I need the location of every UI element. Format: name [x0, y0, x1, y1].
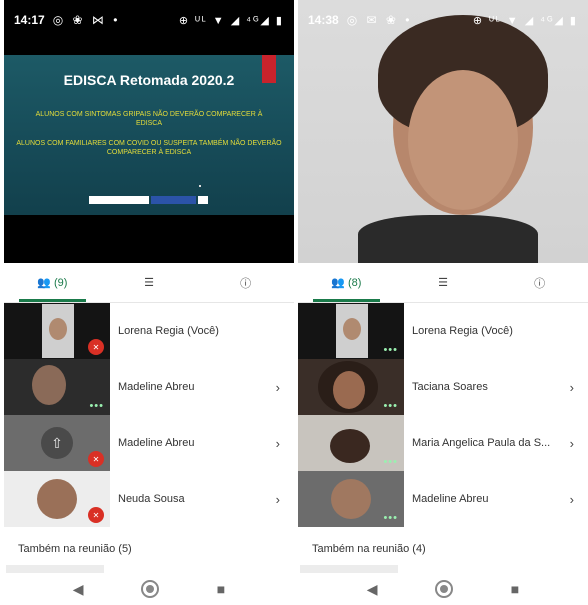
back-icon[interactable]: ◀ — [73, 581, 84, 598]
list-placeholder — [6, 565, 104, 573]
android-nav-bar: ◀ ■ — [298, 573, 588, 605]
participant-row[interactable]: ••• Madeline Abreu › — [298, 471, 588, 527]
status-time: 14:17 — [14, 13, 45, 27]
chevron-right-icon[interactable]: › — [276, 415, 280, 471]
participant-name: Madeline Abreu — [118, 381, 195, 393]
chevron-right-icon[interactable]: › — [570, 359, 574, 415]
participant-row[interactable]: ⇧ ✕ Madeline Abreu › — [4, 415, 294, 471]
participant-thumbnail: ••• — [298, 415, 404, 471]
info-icon: ⓘ — [534, 277, 546, 290]
mic-off-icon: ✕ — [88, 451, 104, 467]
chevron-right-icon[interactable]: › — [276, 471, 280, 527]
list-placeholder — [300, 565, 398, 573]
participant-name: Neuda Sousa — [118, 493, 185, 505]
tab-people[interactable]: 👥 (8) — [298, 263, 395, 302]
info-icon: ⓘ — [240, 277, 252, 290]
status-left-icons: ◎ ❀ ⋈ • — [52, 13, 121, 27]
participant-name: Madeline Abreu — [118, 437, 195, 449]
people-count: (9) — [53, 276, 68, 289]
slide-text-1: ALUNOS COM SINTOMAS GRIPAIS NÃO DEVERÃO … — [35, 111, 263, 127]
more-dots-icon: ••• — [383, 400, 398, 412]
chat-icon: ☰ — [144, 277, 154, 289]
participant-thumbnail: ••• — [298, 359, 404, 415]
participant-thumbnail: ••• — [298, 471, 404, 527]
participant-row[interactable]: ✕ Lorena Regia (Você) — [4, 303, 294, 359]
participant-list: ••• Lorena Regia (Você) ••• Taciana Soar… — [298, 303, 588, 527]
status-time: 14:38 — [308, 13, 339, 27]
participant-thumbnail: ••• — [4, 359, 110, 415]
recent-apps-icon[interactable]: ■ — [217, 581, 225, 597]
status-bar: 14:38 ◎ ✉ ❀ • ⊕ ᵁᴸ ▼ ◢ ⁴ᴳ◢ ▮ — [298, 0, 588, 40]
tab-people[interactable]: 👥 (9) — [4, 263, 101, 302]
slide-title: EDISCA Retomada 2020.2 — [63, 72, 235, 88]
chevron-right-icon[interactable]: › — [570, 415, 574, 471]
participant-name: Maria Angelica Paula da S... — [412, 437, 551, 449]
chevron-right-icon[interactable]: › — [276, 359, 280, 415]
status-right-icons: ⊕ ᵁᴸ ▼ ◢ ⁴ᴳ◢ ▮ — [472, 14, 578, 27]
tab-info[interactable]: ⓘ — [491, 263, 588, 302]
tab-chat[interactable]: ☰ — [101, 263, 198, 302]
presenting-icon: ⇧ — [41, 427, 73, 459]
mic-off-icon: ✕ — [88, 507, 104, 523]
presentation-slide: EDISCA Retomada 2020.2 ALUNOS COM SINTOM… — [4, 55, 294, 215]
participant-thumbnail: ✕ — [4, 471, 110, 527]
status-bar: 14:17 ◎ ❀ ⋈ • ⊕ ᵁᴸ ▼ ◢ ⁴ᴳ◢ ▮ — [4, 0, 294, 40]
slide-dot — [199, 185, 201, 187]
participant-name: Lorena Regia (Você) — [118, 325, 219, 337]
participant-row[interactable]: ••• Madeline Abreu › — [4, 359, 294, 415]
chevron-right-icon[interactable]: › — [570, 471, 574, 527]
more-dots-icon: ••• — [89, 400, 104, 412]
home-icon[interactable] — [141, 580, 160, 598]
avatar — [331, 479, 371, 519]
tab-bar: 👥 (8) ☰ ⓘ — [298, 263, 588, 303]
participant-thumbnail: ⇧ ✕ — [4, 415, 110, 471]
tab-chat[interactable]: ☰ — [395, 263, 492, 302]
avatar — [37, 479, 77, 519]
participant-name: Lorena Regia (Você) — [412, 325, 513, 337]
tab-bar: 👥 (9) ☰ ⓘ — [4, 263, 294, 303]
participant-row[interactable]: ••• Maria Angelica Paula da S... › — [298, 415, 588, 471]
home-icon[interactable] — [435, 580, 454, 598]
chat-icon: ☰ — [438, 277, 448, 289]
people-icon: 👥 — [331, 277, 345, 289]
slide-text-2: ALUNOS COM FAMILIARES COM COVID OU SUSPE… — [16, 140, 282, 156]
participant-row[interactable]: ✕ Neuda Sousa › — [4, 471, 294, 527]
people-count: (8) — [347, 276, 362, 289]
recent-apps-icon[interactable]: ■ — [511, 581, 519, 597]
also-in-meeting-header: Também na reunião (4) — [312, 543, 426, 555]
back-icon[interactable]: ◀ — [367, 581, 378, 598]
android-nav-bar: ◀ ■ — [4, 573, 294, 605]
mic-off-icon: ✕ — [88, 339, 104, 355]
slide-share-bar — [89, 196, 209, 204]
participant-name: Madeline Abreu — [412, 493, 489, 505]
people-icon: 👥 — [37, 277, 51, 289]
participant-thumbnail: ••• — [298, 303, 404, 359]
participant-row[interactable]: ••• Lorena Regia (Você) — [298, 303, 588, 359]
left-phone-screen: EDISCA Retomada 2020.2 ALUNOS COM SINTOM… — [4, 0, 294, 605]
status-left-icons: ◎ ✉ ❀ • — [346, 13, 413, 27]
participant-list: ✕ Lorena Regia (Você) ••• Madeline Abreu… — [4, 303, 294, 527]
also-in-meeting-header: Também na reunião (5) — [18, 543, 132, 555]
participant-row[interactable]: ••• Taciana Soares › — [298, 359, 588, 415]
tab-info[interactable]: ⓘ — [197, 263, 294, 302]
more-dots-icon: ••• — [383, 456, 398, 468]
more-dots-icon: ••• — [383, 344, 398, 356]
more-dots-icon: ••• — [383, 512, 398, 524]
right-phone-screen: 14:38 ◎ ✉ ❀ • ⊕ ᵁᴸ ▼ ◢ ⁴ᴳ◢ ▮ 👥 (8) ☰ ⓘ •… — [298, 0, 588, 605]
status-right-icons: ⊕ ᵁᴸ ▼ ◢ ⁴ᴳ◢ ▮ — [178, 14, 284, 27]
participant-name: Taciana Soares — [412, 381, 488, 393]
participant-thumbnail: ✕ — [4, 303, 110, 359]
